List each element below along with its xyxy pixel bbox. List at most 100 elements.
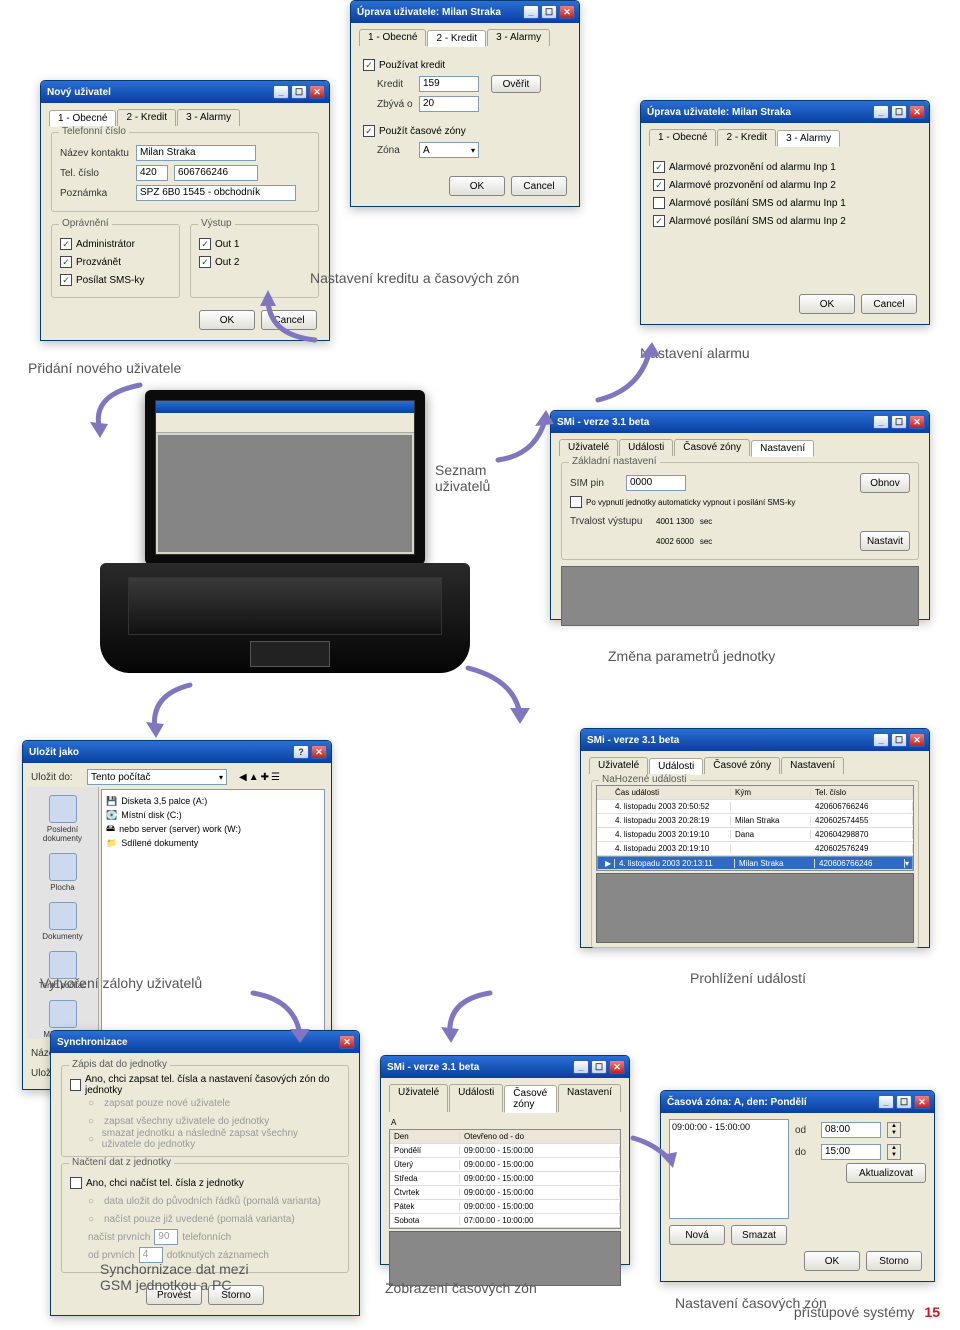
maximize-icon[interactable]: ☐	[896, 1095, 912, 1109]
spinner-icon[interactable]: ▲▼	[887, 1144, 901, 1160]
close-icon[interactable]: ✕	[909, 733, 925, 747]
checkbox-icon[interactable]: ✓	[653, 215, 665, 227]
place-desktop[interactable]: Plocha	[39, 853, 87, 892]
minimize-icon[interactable]: _	[573, 1060, 589, 1074]
close-icon[interactable]: ✕	[909, 105, 925, 119]
input-credit[interactable]: 159	[419, 76, 479, 92]
close-icon[interactable]: ✕	[909, 415, 925, 429]
maximize-icon[interactable]: ☐	[891, 733, 907, 747]
tab-alarms[interactable]: 3 - Alarmy	[177, 109, 240, 126]
tab-credit[interactable]: 2 - Kredit	[427, 30, 486, 47]
close-icon[interactable]: ✕	[914, 1095, 930, 1109]
refresh-button[interactable]: Obnov	[860, 473, 910, 493]
select-zone[interactable]: A	[419, 142, 479, 158]
tab-general[interactable]: 1 - Obecné	[49, 110, 116, 127]
titlebar[interactable]: SMi - verze 3.1 beta_☐✕	[581, 729, 929, 751]
titlebar[interactable]: Úprava uživatele: Milan Straka _☐✕	[351, 1, 579, 23]
input-tel-num[interactable]: 606766246	[174, 165, 258, 181]
tab-settings[interactable]: Nastavení	[751, 440, 814, 457]
minimize-icon[interactable]: _	[873, 733, 889, 747]
tab-general[interactable]: 1 - Obecné	[359, 29, 426, 46]
checkbox-icon[interactable]: ✓	[363, 59, 375, 71]
maximize-icon[interactable]: ☐	[891, 105, 907, 119]
place-recent[interactable]: Poslední dokumenty	[39, 795, 87, 843]
minimize-icon[interactable]: _	[873, 105, 889, 119]
maximize-icon[interactable]: ☐	[891, 415, 907, 429]
radio-opt[interactable]: data uložit do původních řádků (pomalá v…	[104, 1196, 321, 1207]
checkbox-icon[interactable]	[653, 197, 665, 209]
input-reset[interactable]: 20	[419, 96, 479, 112]
tab-events[interactable]: Události	[619, 439, 673, 456]
tab-credit[interactable]: 2 - Kredit	[117, 109, 176, 126]
delete-button[interactable]: Smazat	[731, 1225, 787, 1245]
slot-list[interactable]: 09:00:00 - 15:00:00	[669, 1119, 789, 1219]
maximize-icon[interactable]: ☐	[291, 85, 307, 99]
minimize-icon[interactable]: _	[273, 85, 289, 99]
checkbox-icon[interactable]: ✓	[60, 274, 72, 286]
titlebar[interactable]: SMi - verze 3.1 beta _☐✕	[551, 411, 929, 433]
spinner-icon[interactable]: ▲▼	[887, 1122, 901, 1138]
verify-button[interactable]: Ověřit	[491, 75, 541, 93]
tab-users[interactable]: Uživatelé	[389, 1084, 448, 1112]
checkbox-icon[interactable]	[570, 496, 582, 508]
titlebar[interactable]: Uložit jako ?✕	[23, 741, 331, 763]
close-icon[interactable]: ✕	[309, 85, 325, 99]
close-icon[interactable]: ✕	[339, 1035, 355, 1049]
tab-events[interactable]: Události	[449, 1084, 503, 1112]
titlebar[interactable]: Úprava uživatele: Milan Straka _☐✕	[641, 101, 929, 123]
input-tel-cc[interactable]: 420	[136, 165, 168, 181]
checkbox-icon[interactable]	[70, 1177, 82, 1189]
titlebar[interactable]: Nový uživatel _ ☐ ✕	[41, 81, 329, 103]
checkbox-icon[interactable]: ✓	[60, 238, 72, 250]
zones-grid[interactable]: DenOtevřeno od - do Pondělí09:00:00 - 15…	[389, 1129, 621, 1229]
maximize-icon[interactable]: ☐	[591, 1060, 607, 1074]
titlebar[interactable]: Časová zóna: A, den: Pondělí_☐✕	[661, 1091, 934, 1113]
close-icon[interactable]: ✕	[559, 5, 575, 19]
new-folder-icon[interactable]: ✚	[261, 772, 269, 783]
input-contact[interactable]: Milan Straka	[136, 145, 256, 161]
help-icon[interactable]: ?	[293, 745, 309, 759]
tab-events[interactable]: Události	[649, 758, 703, 775]
cancel-button[interactable]: Cancel	[261, 310, 317, 330]
input-note[interactable]: SPZ 6B0 1545 - obchodník	[136, 185, 296, 201]
tab-credit[interactable]: 2 - Kredit	[717, 129, 776, 146]
close-icon[interactable]: ✕	[609, 1060, 625, 1074]
save-button[interactable]: Nastavit	[860, 531, 910, 551]
ok-button[interactable]: OK	[804, 1251, 860, 1271]
minimize-icon[interactable]: _	[523, 5, 539, 19]
cancel-button[interactable]: Cancel	[861, 294, 917, 314]
radio-opt[interactable]: smazat jednotku a následně zapsat všechn…	[102, 1128, 340, 1150]
tab-zones[interactable]: Časové zóny	[504, 1085, 557, 1113]
ok-button[interactable]: OK	[199, 310, 255, 330]
file-listing[interactable]: 💾Disketa 3,5 palce (A:) 💽Místní disk (C:…	[106, 794, 320, 850]
cancel-button[interactable]: Cancel	[511, 176, 567, 196]
input-to[interactable]: 15:00	[821, 1144, 881, 1160]
views-icon[interactable]: ☰	[271, 772, 280, 783]
tab-users[interactable]: Uživatelé	[589, 757, 648, 774]
minimize-icon[interactable]: _	[873, 415, 889, 429]
tab-alarms[interactable]: 3 - Alarmy	[487, 29, 550, 46]
checkbox-icon[interactable]: ✓	[199, 256, 211, 268]
tab-zones[interactable]: Časové zóny	[674, 439, 750, 456]
input-count[interactable]: 90	[154, 1229, 178, 1245]
tab-general[interactable]: 1 - Obecné	[649, 129, 716, 146]
back-icon[interactable]: ◀	[239, 772, 247, 783]
input-from[interactable]: 08:00	[821, 1122, 881, 1138]
new-button[interactable]: Nová	[669, 1225, 725, 1245]
select-location[interactable]: Tento počítač	[87, 769, 227, 785]
place-docs[interactable]: Dokumenty	[39, 902, 87, 941]
close-icon[interactable]: ✕	[311, 745, 327, 759]
up-icon[interactable]: ▲	[249, 772, 259, 783]
radio-opt[interactable]: zapsat všechny uživatele do jednotky	[104, 1116, 269, 1127]
radio-opt[interactable]: načíst pouze již uvedené (pomalá variant…	[104, 1214, 295, 1225]
checkbox-icon[interactable]: ✓	[363, 125, 375, 137]
checkbox-icon[interactable]: ✓	[199, 238, 211, 250]
checkbox-icon[interactable]: ✓	[653, 179, 665, 191]
checkbox-icon[interactable]: ✓	[60, 256, 72, 268]
ok-button[interactable]: OK	[449, 176, 505, 196]
checkbox-icon[interactable]	[70, 1079, 81, 1091]
tab-alarms[interactable]: 3 - Alarmy	[777, 130, 840, 147]
titlebar[interactable]: SMi - verze 3.1 beta_☐✕	[381, 1056, 629, 1078]
minimize-icon[interactable]: _	[878, 1095, 894, 1109]
maximize-icon[interactable]: ☐	[541, 5, 557, 19]
